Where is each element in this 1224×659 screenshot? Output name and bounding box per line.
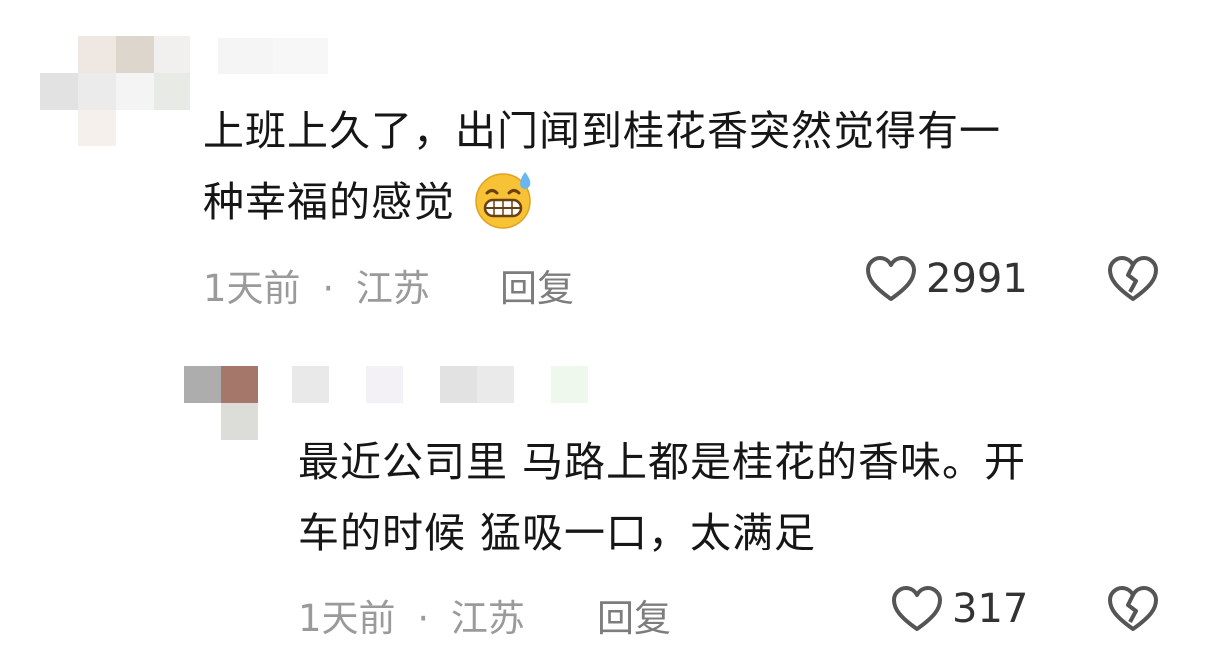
broken-heart-icon — [1106, 584, 1160, 634]
like-button[interactable]: 2991 — [864, 254, 1028, 304]
comment-text-line-2: 种幸福的感觉 — [203, 165, 537, 239]
comment-meta: 1天前 · 江苏 — [298, 588, 525, 642]
dislike-button[interactable] — [1106, 254, 1160, 304]
avatar[interactable] — [40, 36, 190, 146]
broken-heart-icon — [1106, 254, 1160, 304]
comment-text-line-2: 车的时候 猛吸一口，太满足 — [298, 509, 817, 557]
comment-location: 江苏 — [450, 597, 525, 640]
dislike-button[interactable] — [1106, 584, 1160, 634]
comment-meta: 1天前 · 江苏 — [203, 258, 430, 312]
grinning-sweat-emoji-icon — [471, 168, 537, 230]
reply-button[interactable]: 回复 — [597, 588, 671, 642]
comment-time: 1天前 — [203, 267, 301, 310]
like-button[interactable]: 317 — [890, 584, 1028, 634]
like-count: 2991 — [926, 256, 1028, 302]
reply-button[interactable]: 回复 — [500, 258, 574, 312]
heart-outline-icon — [864, 254, 918, 304]
username[interactable] — [218, 38, 328, 74]
heart-outline-icon — [890, 584, 944, 634]
meta-separator: · — [417, 597, 430, 640]
like-count: 317 — [952, 586, 1029, 632]
comment-location: 江苏 — [355, 267, 430, 310]
comment-time: 1天前 — [298, 597, 396, 640]
comment-text-line-2-content: 种幸福的感觉 — [203, 178, 455, 226]
username[interactable] — [292, 366, 588, 403]
meta-separator: · — [322, 267, 335, 310]
comment-text-line-1: 最近公司里 马路上都是桂花的香味。开 — [298, 438, 1027, 486]
comment-text-line-1: 上班上久了，出门闻到桂花香突然觉得有一 — [203, 107, 1001, 155]
avatar[interactable] — [184, 366, 258, 440]
